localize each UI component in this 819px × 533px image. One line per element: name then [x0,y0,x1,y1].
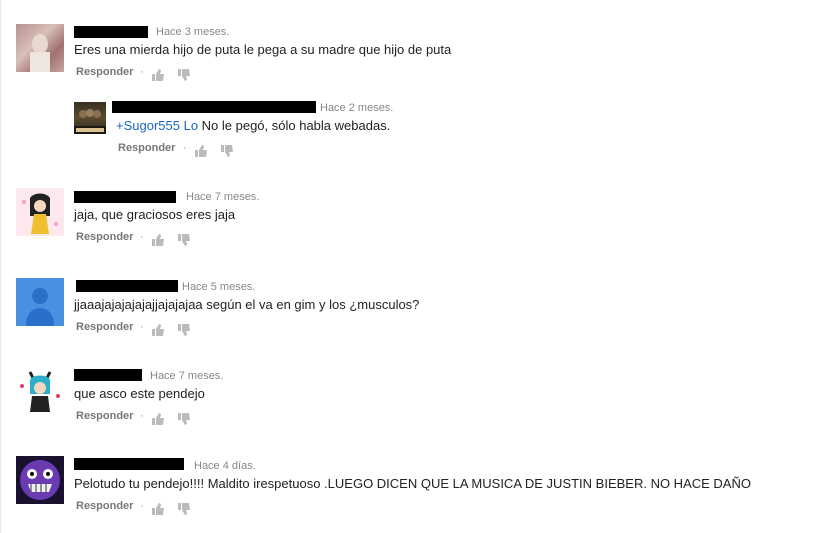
comment-text: que asco este pendejo [74,386,205,401]
separator-dot: · [140,410,144,422]
purple-monster-avatar-icon [20,460,60,500]
reply-button[interactable]: Responder [76,231,133,243]
mention-link[interactable]: +Sugor555 Lo [116,118,198,133]
comment-time[interactable]: Hace 7 meses. [150,370,223,382]
group-photo-avatar-icon [74,109,106,134]
redacted-username [76,280,178,292]
thumbs-up-icon[interactable] [151,233,165,247]
thumbs-up-icon[interactable] [151,412,165,426]
thumbs-down-icon[interactable] [177,323,191,337]
reply-button[interactable]: Responder [76,321,133,333]
separator-dot: · [140,231,144,243]
thumbs-down-icon[interactable] [177,68,191,82]
user-photo-avatar-icon [30,34,50,72]
comment-time[interactable]: Hace 2 meses. [320,102,393,114]
bulma-avatar-icon [20,371,60,412]
reply-button[interactable]: Responder [76,410,133,422]
reply-button[interactable]: Responder [118,142,175,154]
thumbs-up-icon[interactable] [151,323,165,337]
comment-text: jjaaajajajajajajjajajajaa según el va en… [74,297,420,312]
comment-text: +Sugor555 Lo No le pegó, sólo habla weba… [116,118,390,133]
reply-button[interactable]: Responder [76,66,133,78]
redacted-username [74,458,184,470]
thumbs-down-icon[interactable] [177,233,191,247]
left-border [0,0,1,533]
redacted-username [112,101,316,113]
thumbs-up-icon[interactable] [194,144,208,158]
comment-text: Pelotudo tu pendejo!!!! Maldito irespetu… [74,476,751,491]
separator-dot: · [140,500,144,512]
avatar[interactable] [16,188,64,236]
thumbs-up-icon[interactable] [151,502,165,516]
comment-body: No le pegó, sólo habla webadas. [198,118,391,133]
comment-text: jaja, que graciosos eres jaja [74,207,236,222]
default-user-avatar-icon [26,288,54,326]
comment-time[interactable]: Hace 7 meses. [186,191,259,203]
comment-time[interactable]: Hace 4 días. [194,460,256,472]
comment-time[interactable]: Hace 5 meses. [182,281,255,293]
avatar[interactable] [74,102,106,134]
separator-dot: · [183,142,187,154]
redacted-username [74,26,148,38]
reply-button[interactable]: Responder [76,500,133,512]
thumbs-up-icon[interactable] [151,68,165,82]
thumbs-down-icon[interactable] [177,412,191,426]
redacted-username [74,191,176,203]
thumbs-down-icon[interactable] [220,144,234,158]
avatar[interactable] [16,278,64,326]
separator-dot: · [140,321,144,333]
separator-dot: · [140,66,144,78]
anime-girl-avatar-icon [22,193,58,234]
avatar[interactable] [16,366,64,414]
avatar[interactable] [16,456,64,504]
thumbs-down-icon[interactable] [177,502,191,516]
redacted-username [74,369,142,381]
comment-time[interactable]: Hace 3 meses. [156,26,229,38]
avatar[interactable] [16,24,64,72]
comment-text: Eres una mierda hijo de puta le pega a s… [74,42,452,57]
